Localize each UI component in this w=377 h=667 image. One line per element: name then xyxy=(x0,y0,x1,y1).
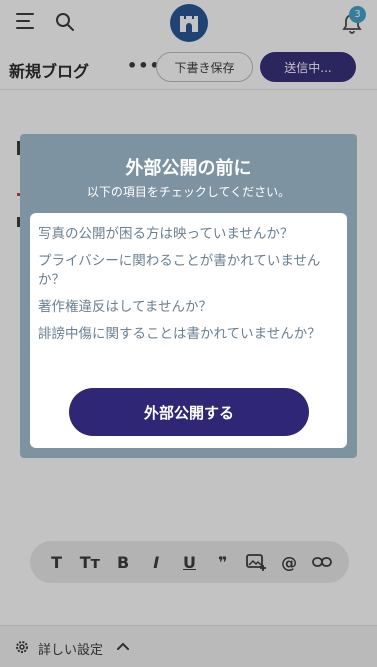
modal-subtitle: 以下の項目をチェックしてください。 xyxy=(86,185,291,199)
checklist-item: 写真の公開が困る方は映っていませんか？ xyxy=(38,226,294,242)
checklist-item: 誹謗中傷に関することは書かれていませんか？ xyxy=(38,326,321,342)
publish-check-modal: 外部公開の前に 以下の項目をチェックしてください。 写真の公開が困る方は映ってい… xyxy=(20,134,357,458)
modal-title: 外部公開の前に xyxy=(125,158,252,179)
checklist-item: プライバシーに関わることが書かれていませんか？ xyxy=(38,253,321,288)
publish-externally-button[interactable]: 外部公開する xyxy=(69,388,309,436)
checklist-item: 著作権違反はしてませんか？ xyxy=(38,299,213,315)
checklist-card: 写真の公開が困る方は映っていませんか？ プライバシーに関わることが書かれていませ… xyxy=(30,213,347,448)
